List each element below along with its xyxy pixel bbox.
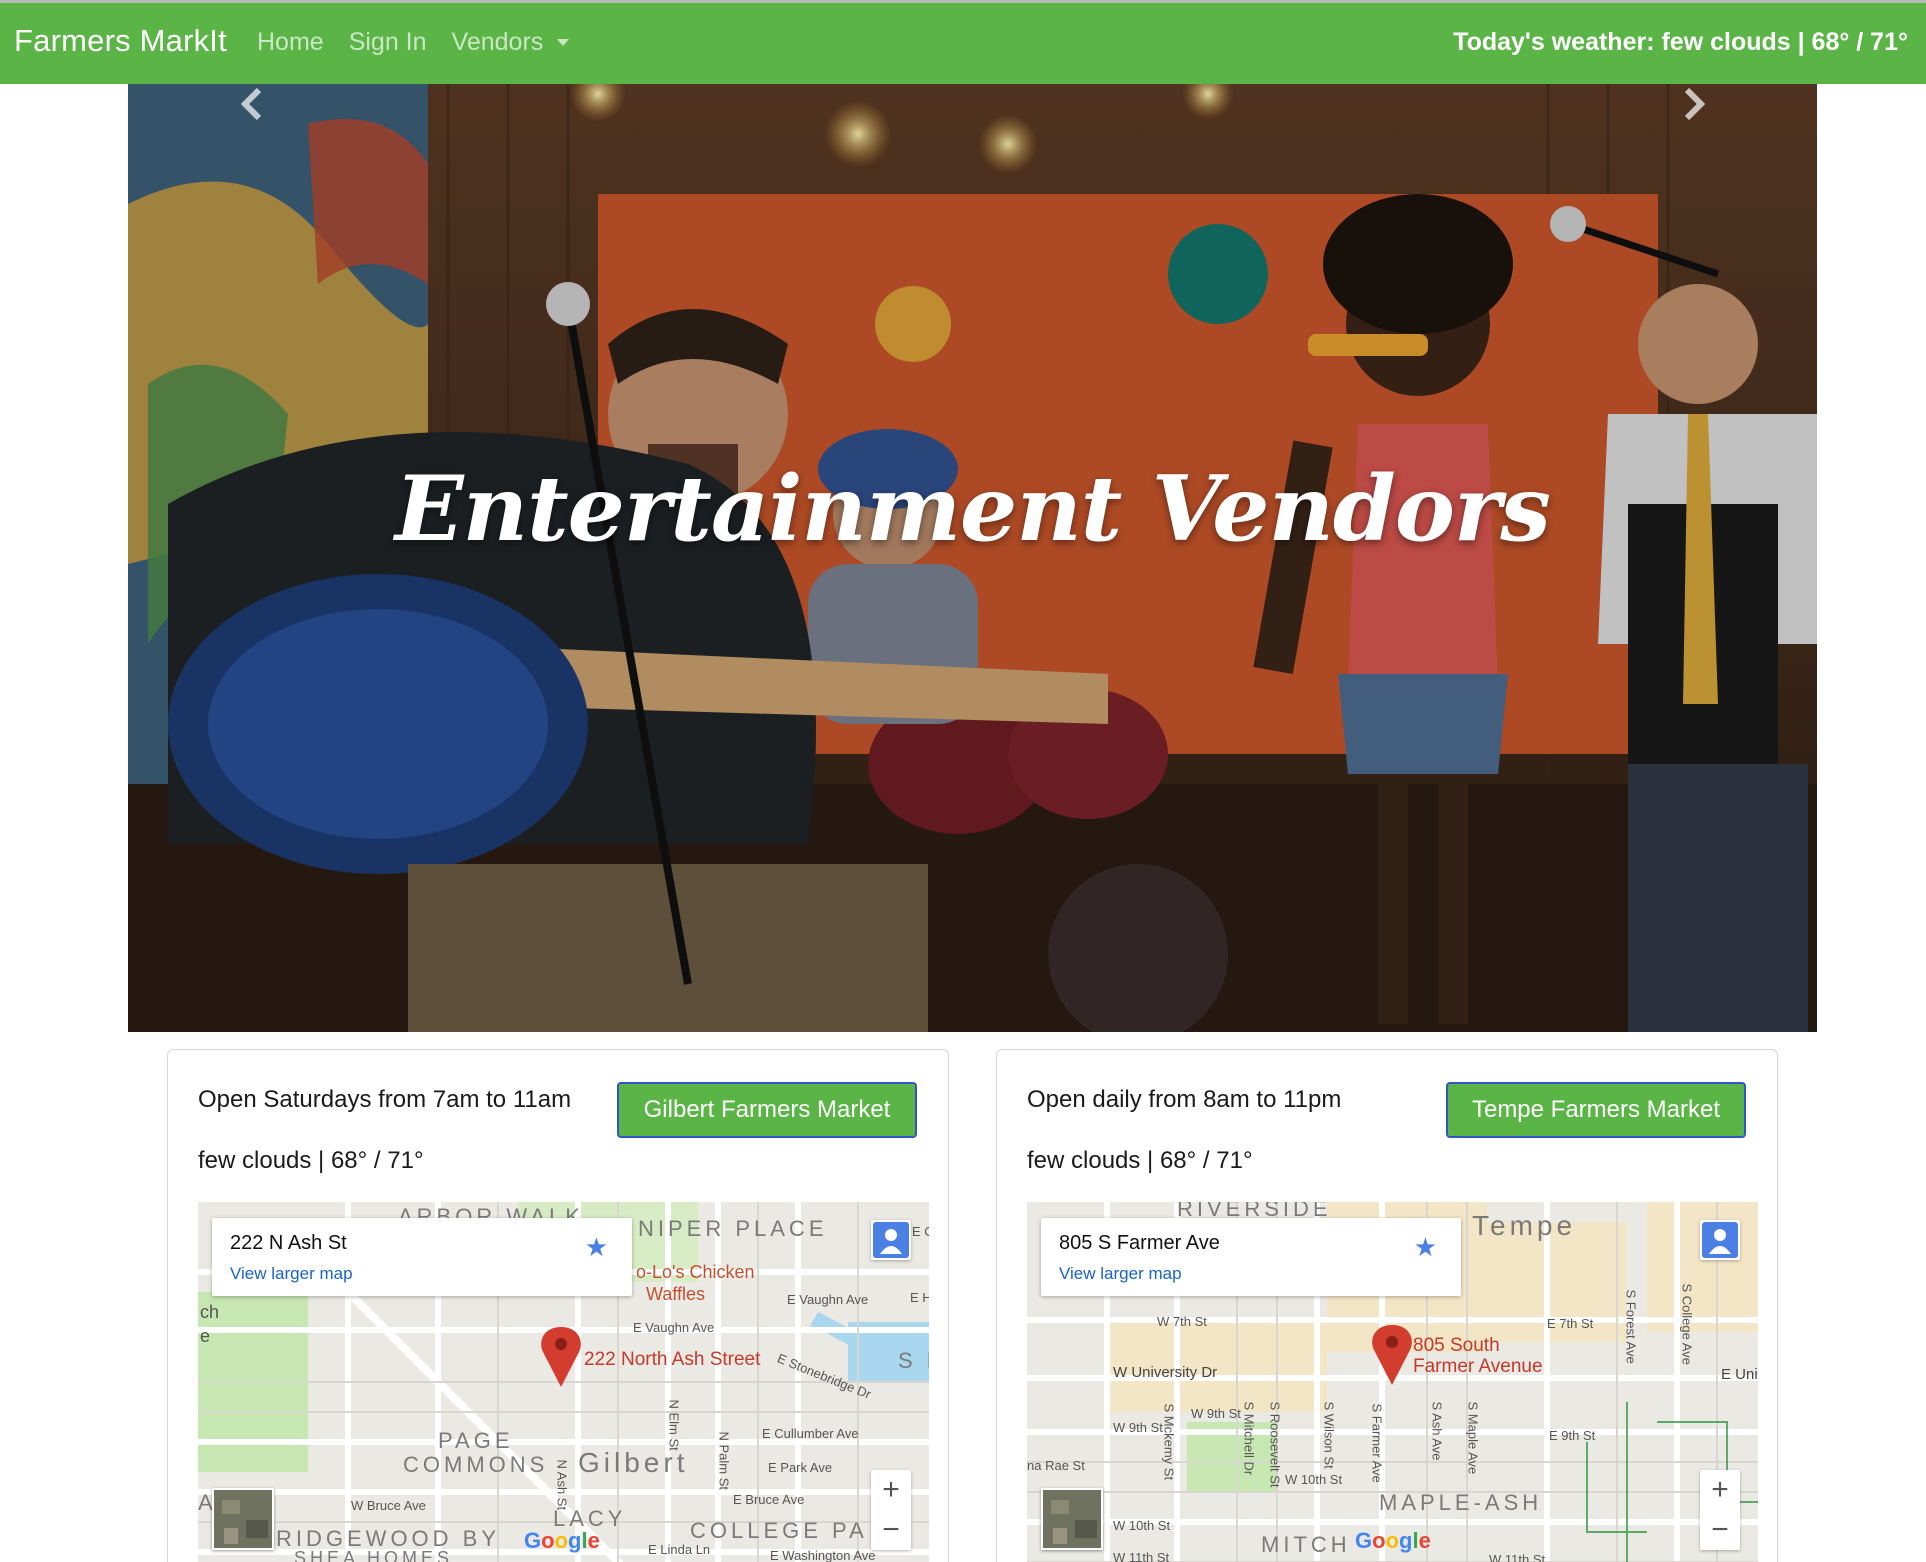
zoom-out-button[interactable]: −	[871, 1510, 911, 1550]
navbar-weather: Today's weather: few clouds | 68° / 71°	[1453, 28, 1908, 56]
map-label: NIPER PLACE	[638, 1216, 828, 1241]
market-weather: few clouds | 68° / 71°	[198, 1147, 424, 1174]
map-label: W 9th St	[1191, 1406, 1241, 1421]
map-label: S College Ave	[1679, 1283, 1695, 1365]
map-label: E Cullumber Ave	[762, 1426, 859, 1441]
satellite-toggle[interactable]	[212, 1488, 274, 1550]
map-label: E H	[910, 1290, 929, 1305]
map-address: 805 S Farmer Ave	[1059, 1232, 1220, 1254]
map-label: E Park Ave	[768, 1460, 833, 1475]
caret-down-icon	[557, 39, 570, 46]
map-label: S Mckemy St	[1161, 1403, 1177, 1481]
hero-carousel: Entertainment Vendors	[128, 84, 1817, 1032]
map-label: S Mitchell Dr	[1241, 1401, 1257, 1476]
map-label: W 10th St	[1113, 1518, 1171, 1533]
map-label: COMMONS	[403, 1452, 549, 1477]
view-larger-map-link[interactable]: View larger map	[230, 1264, 353, 1284]
map-label: o-Lo's Chicken	[636, 1262, 755, 1282]
map-label: W 11th St	[1113, 1550, 1170, 1562]
hero-caption: Entertainment Vendors	[395, 456, 1551, 562]
map-label: N Ash St	[554, 1459, 570, 1511]
map-label: S Farmer Ave	[1369, 1403, 1385, 1483]
map-label: E Linda Ln	[648, 1542, 711, 1557]
map-pin-label: Farmer Avenue	[1413, 1356, 1543, 1377]
map-pin-label: 805 South	[1413, 1335, 1500, 1356]
map-label: S LA	[898, 1348, 929, 1373]
zoom-out-button[interactable]: −	[1700, 1510, 1740, 1550]
top-navbar: Farmers MarkIt Home Sign In Vendors Toda…	[0, 0, 1926, 84]
star-icon[interactable]: ★	[585, 1232, 608, 1263]
zoom-in-button[interactable]: +	[871, 1470, 911, 1510]
map-label: E Bruce Ave	[733, 1492, 805, 1507]
map-label: E 7th St	[1547, 1316, 1594, 1331]
zoom-controls: + −	[1700, 1470, 1740, 1550]
street-view-pegman-icon[interactable]	[1700, 1220, 1740, 1260]
google-logo: Google	[1355, 1528, 1431, 1553]
map-label: N Palm St	[716, 1431, 732, 1491]
map-label: ch	[200, 1302, 220, 1322]
map-label: Waffles	[646, 1284, 706, 1304]
chevron-right-icon[interactable]	[1673, 84, 1713, 124]
chevron-left-icon[interactable]	[233, 84, 273, 124]
map-label: na Rae St	[1027, 1458, 1085, 1473]
map-label: E Vaughn Ave	[633, 1320, 715, 1335]
satellite-toggle[interactable]	[1041, 1488, 1103, 1550]
market-card-tempe: Open daily from 8am to 11pm Tempe Farmer…	[996, 1049, 1778, 1562]
map-label: Tempe	[1472, 1210, 1577, 1241]
map-embed[interactable]: RIVERSIDE Tempe W 7th St E 7th St W Univ…	[1027, 1202, 1758, 1562]
person-icon	[873, 1222, 909, 1258]
map-label: E Uni	[1721, 1366, 1758, 1383]
map-label: MAPLE-ASH	[1379, 1490, 1543, 1515]
map-label: e	[200, 1326, 211, 1346]
google-logo: Google	[524, 1528, 600, 1553]
map-pin-label: 222 North Ash Street	[584, 1349, 761, 1370]
map-info-box: 805 S Farmer Ave View larger map ★	[1041, 1218, 1461, 1296]
satellite-thumbnail-icon	[214, 1490, 272, 1548]
map-info-box: 222 N Ash St View larger map ★	[212, 1218, 632, 1296]
nav-links: Home Sign In Vendors	[257, 28, 594, 57]
map-label: Gilbert	[578, 1447, 689, 1478]
market-hours: Open Saturdays from 7am to 11am	[198, 1086, 572, 1113]
map-label: N Elm St	[666, 1399, 682, 1451]
map-label: W 11th St	[1489, 1552, 1546, 1562]
market-hours: Open daily from 8am to 11pm	[1027, 1086, 1342, 1113]
zoom-in-button[interactable]: +	[1700, 1470, 1740, 1510]
map-label: E C	[912, 1224, 929, 1239]
map-label: E Washington Ave	[770, 1548, 876, 1562]
map-label: W Bruce Ave	[351, 1498, 426, 1513]
map-label: E Vaughn Ave	[787, 1292, 869, 1307]
zoom-controls: + −	[871, 1470, 911, 1550]
person-icon	[1702, 1222, 1738, 1258]
star-icon[interactable]: ★	[1414, 1232, 1437, 1263]
satellite-thumbnail-icon	[1043, 1490, 1101, 1548]
map-label: W 10th St	[1285, 1472, 1343, 1487]
map-label: S Wilson St	[1321, 1401, 1337, 1469]
map-label: SHEA HOMES	[294, 1548, 454, 1562]
brand-logo[interactable]: Farmers MarkIt	[14, 23, 227, 59]
gilbert-market-button[interactable]: Gilbert Farmers Market	[617, 1082, 917, 1138]
map-label: COLLEGE PA	[690, 1518, 868, 1543]
map-label: PAGE	[438, 1428, 514, 1453]
nav-vendors-label: Vendors	[451, 28, 544, 56]
tempe-market-button[interactable]: Tempe Farmers Market	[1446, 1082, 1746, 1138]
map-label: S Ash Ave	[1429, 1401, 1445, 1461]
view-larger-map-link[interactable]: View larger map	[1059, 1264, 1182, 1284]
market-weather: few clouds | 68° / 71°	[1027, 1147, 1253, 1174]
map-label: S Maple Ave	[1465, 1401, 1481, 1475]
map-label: W University Dr	[1113, 1364, 1218, 1381]
map-label: MITCH	[1261, 1532, 1351, 1557]
nav-sign-in-link[interactable]: Sign In	[349, 28, 427, 57]
map-address: 222 N Ash St	[230, 1232, 347, 1254]
market-card-gilbert: Open Saturdays from 7am to 11am Gilbert …	[167, 1049, 949, 1562]
map-label: S Roosevelt St	[1267, 1401, 1283, 1488]
map-label: W 7th St	[1157, 1314, 1207, 1329]
nav-home-link[interactable]: Home	[257, 28, 324, 57]
street-view-pegman-icon[interactable]	[871, 1220, 911, 1260]
nav-vendors-dropdown[interactable]: Vendors	[452, 28, 570, 57]
map-label: E 9th St	[1549, 1428, 1596, 1443]
map-embed[interactable]: ARBOR WALK NIPER PLACE o-Lo's Chicken Wa…	[198, 1202, 929, 1562]
map-label: W 9th St	[1113, 1420, 1163, 1435]
map-label: S Forest Ave	[1623, 1289, 1639, 1364]
